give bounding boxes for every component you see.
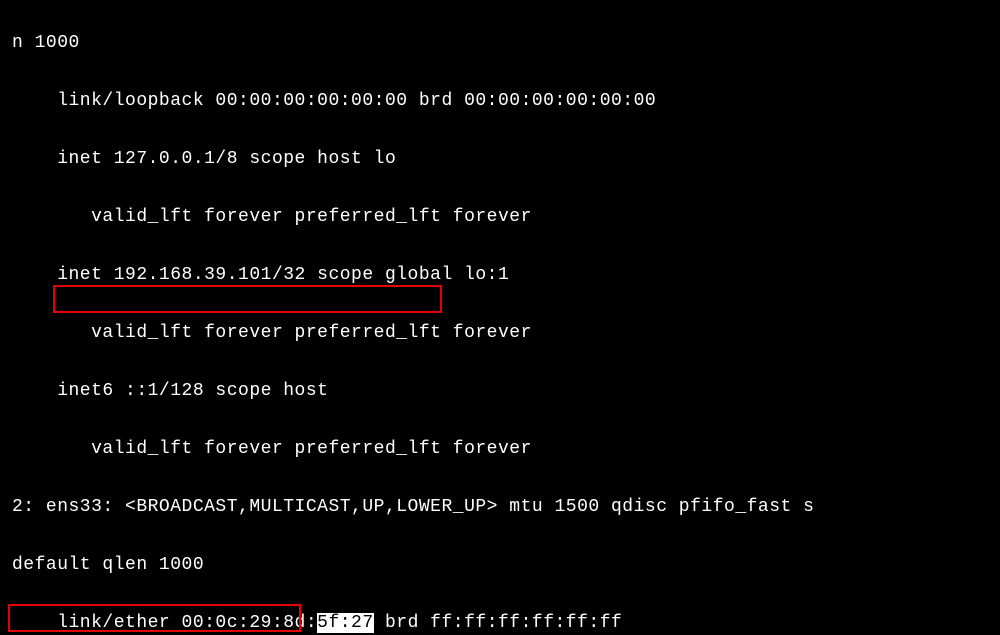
output-line: link/loopback 00:00:00:00:00:00 brd 00:0… xyxy=(12,87,1000,116)
output-line: inet6 ::1/128 scope host xyxy=(12,377,1000,406)
text-fragment: link/ether 00:0c:29:8d: xyxy=(12,613,317,633)
output-line: valid_lft forever preferred_lft forever xyxy=(12,203,1000,232)
terminal-output[interactable]: n 1000 link/loopback 00:00:00:00:00:00 b… xyxy=(0,0,1000,635)
output-line: valid_lft forever preferred_lft forever xyxy=(12,319,1000,348)
output-line: valid_lft forever preferred_lft forever xyxy=(12,435,1000,464)
text-fragment: brd ff:ff:ff:ff:ff:ff xyxy=(374,613,623,633)
output-line: inet 192.168.39.101/32 scope global lo:1 xyxy=(12,261,1000,290)
output-line: 2: ens33: <BROADCAST,MULTICAST,UP,LOWER_… xyxy=(12,493,1000,522)
selected-text: 5f:27 xyxy=(317,613,374,633)
output-line: n 1000 xyxy=(12,29,1000,58)
output-line-mac: link/ether 00:0c:29:8d:5f:27 brd ff:ff:f… xyxy=(12,609,1000,635)
output-line: default qlen 1000 xyxy=(12,551,1000,580)
output-line: inet 127.0.0.1/8 scope host lo xyxy=(12,145,1000,174)
